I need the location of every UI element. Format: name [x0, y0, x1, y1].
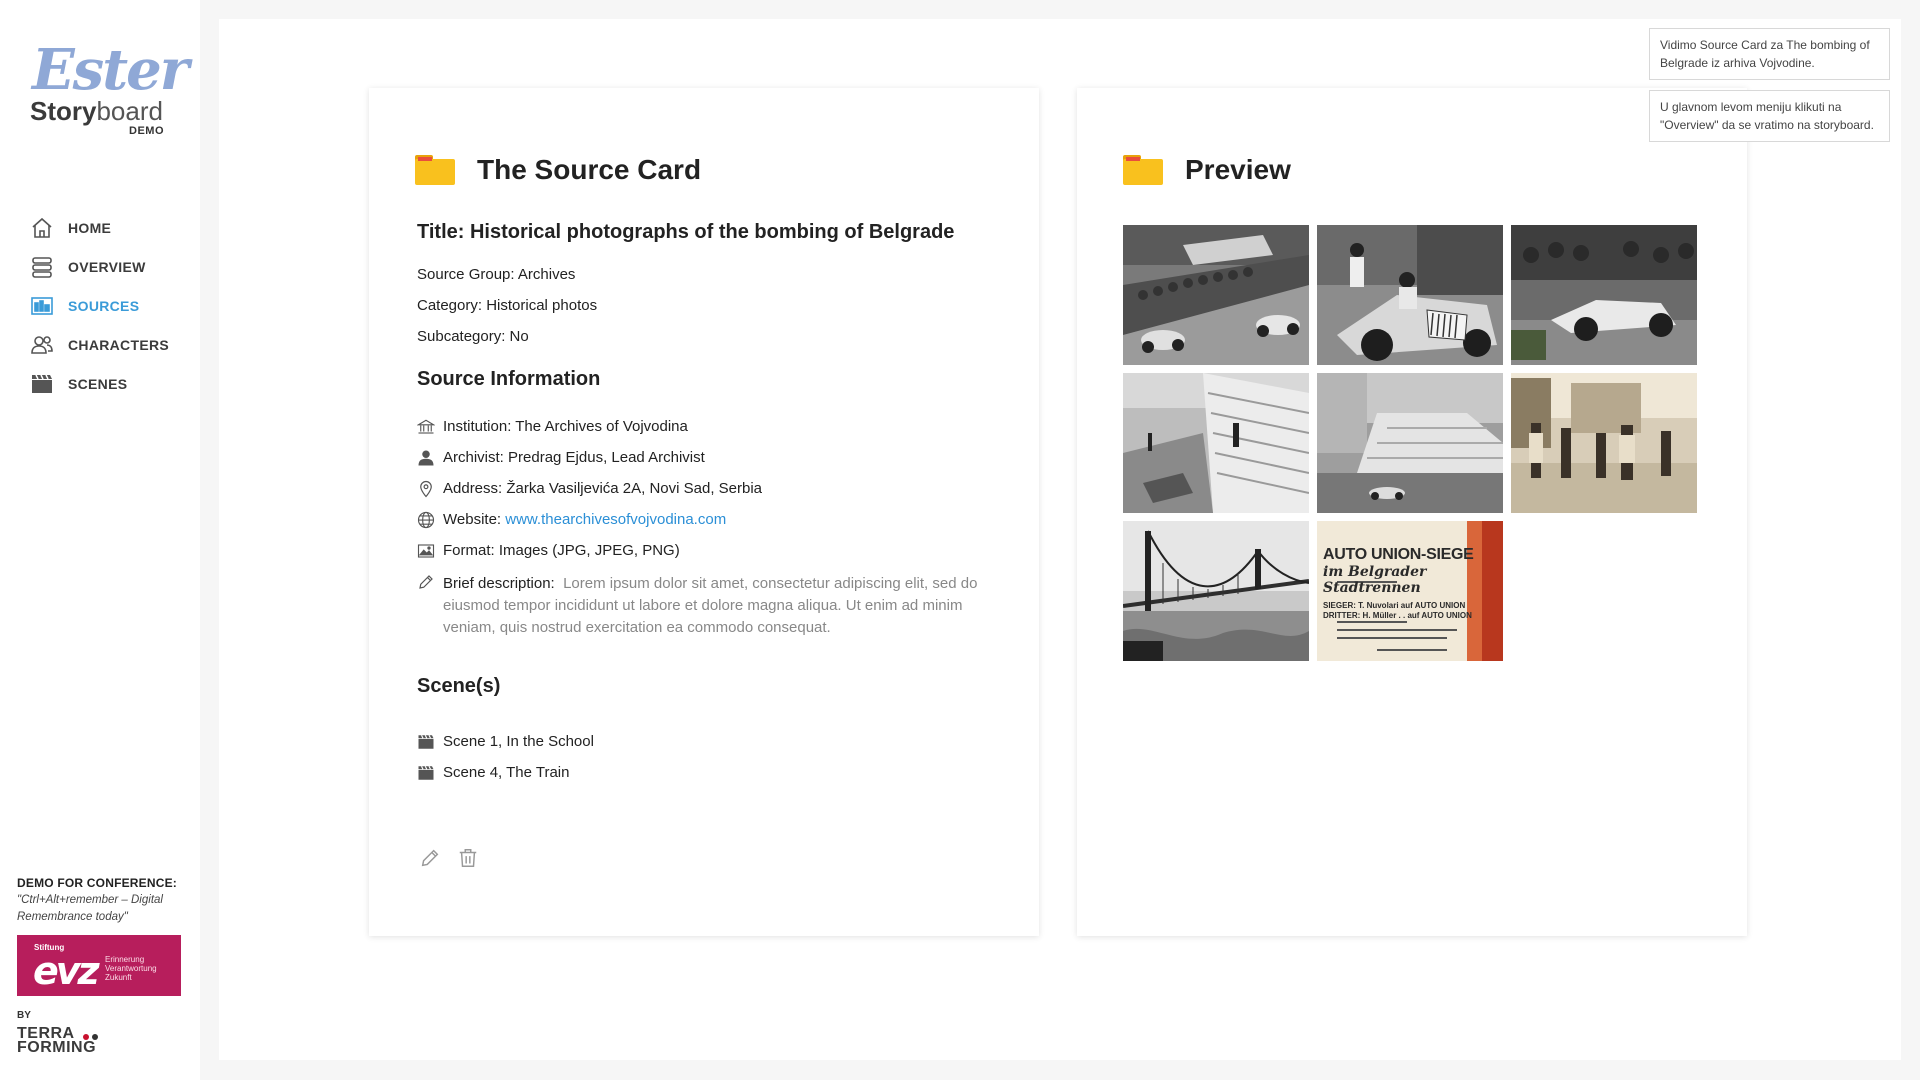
location-pin-icon	[420, 480, 432, 498]
preview-poster[interactable]: AUTO UNION-SIEGE im Belgrader Stadtrenne…	[1317, 521, 1503, 661]
institution-text: Institution: The Archives of Vojvodina	[443, 418, 688, 435]
logo-demo-badge: DEMO	[129, 125, 164, 137]
clapper-icon	[32, 374, 52, 393]
main-nav: HOME OVERVIEW SOURCES CHARACTERS SCENES	[30, 208, 169, 403]
poster-line-3: SIEGER: T. Nuvolari auf AUTO UNION	[1323, 601, 1466, 610]
preview-thumbnail[interactable]	[1123, 225, 1309, 365]
home-icon	[32, 217, 52, 238]
edit-icon[interactable]	[419, 847, 441, 869]
scene-label: Scene 1, In the School	[443, 733, 594, 750]
trash-icon[interactable]	[457, 847, 479, 869]
nav-label-sources: SOURCES	[68, 297, 140, 314]
conference-subtitle: "Ctrl+Alt+remember – Digital Remembrance…	[17, 894, 163, 923]
nav-item-home[interactable]: HOME	[30, 208, 169, 247]
institution-row: Institution: The Archives of Vojvodina	[417, 418, 997, 449]
source-title: Title: Historical photographs of the bom…	[417, 221, 955, 243]
address-text: Address: Žarka Vasiljevića 2A, Novi Sad,…	[443, 480, 763, 497]
instruction-toast: U glavnom levom meniju klikuti na "Overv…	[1649, 90, 1890, 142]
source-group: Source Group: Archives	[417, 266, 576, 283]
by-label: BY	[17, 1010, 31, 1021]
logo-storyboard-wordmark: Storyboard	[30, 98, 180, 124]
archivist-row: Archivist: Predrag Ejdus, Lead Archivist	[417, 449, 997, 480]
nav-item-overview[interactable]: OVERVIEW	[30, 247, 169, 286]
website-label: Website:	[443, 511, 506, 528]
scene-label: Scene 4, The Train	[443, 764, 570, 781]
logo-board-light: board	[96, 96, 163, 126]
preview-thumbnail[interactable]	[1123, 373, 1309, 513]
nav-item-sources[interactable]: SOURCES	[30, 286, 169, 325]
institution-icon	[417, 419, 435, 434]
preview-thumbnail[interactable]	[1511, 225, 1697, 365]
sidebar: Ester Storyboard DEMO HOME OVERVIEW SOUR…	[0, 0, 200, 1080]
source-meta: Source Group: Archives Category: Histori…	[417, 266, 597, 359]
logo-story-bold: Story	[30, 96, 97, 126]
sources-icon	[31, 296, 53, 315]
stack-icon	[32, 256, 52, 278]
preview-thumbnail[interactable]	[1317, 225, 1503, 365]
website-row: Website: www.thearchivesofvojvodina.com	[417, 511, 997, 542]
poster-headline: AUTO UNION-SIEGE	[1323, 546, 1474, 563]
characters-icon	[31, 335, 53, 354]
description-row: Brief description: Lorem ipsum dolor sit…	[417, 573, 997, 639]
scene-item[interactable]: Scene 1, In the School	[417, 726, 594, 757]
nav-label-scenes: SCENES	[68, 375, 128, 392]
terraforming-logo[interactable]: TERRA FORMING	[17, 1026, 187, 1056]
folder-icon	[1123, 155, 1163, 185]
user-icon	[418, 450, 434, 466]
clapper-icon	[418, 765, 434, 780]
poster-subheadline: im Belgrader Stadtrennen	[1323, 564, 1427, 596]
preview-thumbnail[interactable]	[1511, 373, 1697, 513]
folder-icon	[415, 155, 455, 185]
scenes-list: Scene 1, In the School Scene 4, The Trai…	[417, 726, 594, 788]
preview-thumbnail[interactable]	[1123, 521, 1309, 661]
evz-line-3: Zukunft	[105, 973, 132, 982]
nav-label-overview: OVERVIEW	[68, 258, 146, 275]
preview-card: Preview AUTO UNION-SIEGE im Belgrader St…	[1077, 88, 1747, 936]
source-card-heading: The Source Card	[477, 154, 702, 185]
image-icon	[417, 544, 435, 558]
preview-heading: Preview	[1185, 154, 1291, 185]
nav-item-characters[interactable]: CHARACTERS	[30, 325, 169, 364]
conference-title: DEMO FOR CONFERENCE:	[17, 876, 177, 890]
app-logo[interactable]: Ester Storyboard DEMO	[30, 37, 189, 137]
evz-line-2: Verantwortung	[105, 964, 157, 973]
nav-label-home: HOME	[68, 219, 112, 236]
main-content: The Source Card Title: Historical photog…	[219, 19, 1901, 1060]
format-row: Format: Images (JPG, JPEG, PNG)	[417, 542, 997, 573]
nav-label-characters: CHARACTERS	[68, 336, 169, 353]
pencil-icon	[419, 575, 433, 589]
source-card: The Source Card Title: Historical photog…	[369, 88, 1039, 936]
website-text: Website: www.thearchivesofvojvodina.com	[443, 511, 726, 528]
preview-thumbnail[interactable]	[1317, 373, 1503, 513]
conference-info: DEMO FOR CONFERENCE: "Ctrl+Alt+remember …	[17, 876, 187, 1056]
terraforming-dots	[83, 1029, 101, 1043]
address-row: Address: Žarka Vasiljevića 2A, Novi Sad,…	[417, 480, 997, 511]
terra-line-2: FORMING	[17, 1039, 97, 1056]
logo-ester-wordmark: Ester	[32, 37, 189, 103]
globe-icon	[417, 511, 435, 529]
preview-card-header: Preview	[1123, 154, 1291, 186]
source-information-heading: Source Information	[417, 368, 601, 390]
source-subcategory: Subcategory: No	[417, 328, 529, 345]
evz-line-1: Erinnerung	[105, 955, 145, 964]
source-card-header: The Source Card	[415, 154, 701, 186]
scene-item[interactable]: Scene 4, The Train	[417, 757, 594, 788]
evz-wordmark: evz	[33, 949, 100, 993]
clapper-icon	[418, 734, 434, 749]
poster-line-4: DRITTER: H. Müller . . auf AUTO UNION	[1323, 611, 1472, 620]
nav-item-scenes[interactable]: SCENES	[30, 364, 169, 403]
description-label: Brief description:	[443, 575, 555, 592]
description-block: Brief description: Lorem ipsum dolor sit…	[443, 573, 997, 639]
evz-logo[interactable]: Stiftung evz Erinnerung Verantwortung Zu…	[17, 935, 181, 996]
card-actions	[419, 847, 495, 869]
evz-tagline: Erinnerung Verantwortung Zukunft	[105, 955, 157, 982]
archivist-text: Archivist: Predrag Ejdus, Lead Archivist	[443, 449, 705, 466]
source-category: Category: Historical photos	[417, 297, 598, 314]
format-text: Format: Images (JPG, JPEG, PNG)	[443, 542, 680, 559]
website-link[interactable]: www.thearchivesofvojvodina.com	[505, 511, 726, 528]
instruction-toast: Vidimo Source Card za The bombing of Bel…	[1649, 28, 1890, 80]
preview-gallery: AUTO UNION-SIEGE im Belgrader Stadtrenne…	[1123, 225, 1701, 661]
source-information: Institution: The Archives of Vojvodina A…	[417, 418, 997, 639]
scenes-heading: Scene(s)	[417, 675, 501, 697]
